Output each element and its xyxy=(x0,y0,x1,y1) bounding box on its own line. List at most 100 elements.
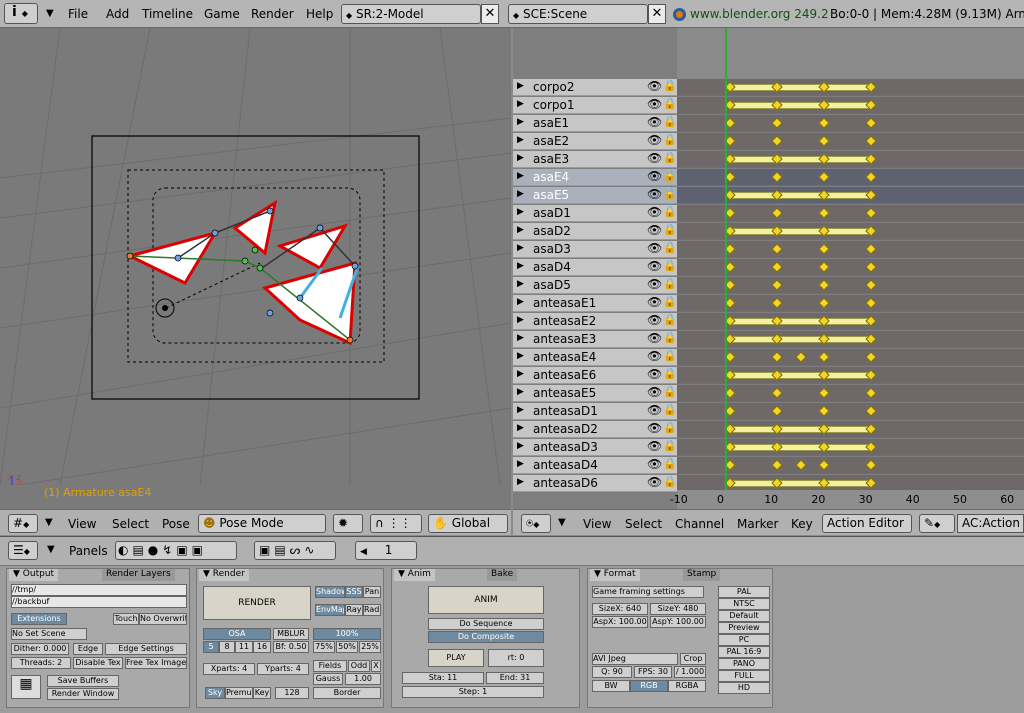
keyframe-diamond[interactable] xyxy=(865,207,877,219)
viewport-menu-select[interactable]: Select xyxy=(112,517,149,531)
keyframe-diamond[interactable] xyxy=(865,279,877,291)
envmap-toggle[interactable]: EnvMap xyxy=(315,604,345,616)
blur-factor-field[interactable]: Bf: 0.50 xyxy=(273,641,309,653)
collapse-header-icon[interactable]: ▼ xyxy=(558,517,566,528)
keyframe-diamond[interactable] xyxy=(794,351,807,363)
keyframe-row[interactable] xyxy=(677,79,1024,96)
keyframe-diamond[interactable] xyxy=(771,279,783,291)
percent-75-button[interactable]: 75% xyxy=(313,641,335,653)
keyframe-diamond[interactable] xyxy=(794,459,807,471)
keyframe-row[interactable] xyxy=(677,205,1024,222)
lock-icon[interactable]: 🔒 xyxy=(663,421,677,434)
ae-menu-marker[interactable]: Marker xyxy=(737,517,778,531)
channel-anteasaE6[interactable]: ▶ anteasaE6 👁 🔒 xyxy=(513,367,677,384)
keyframe-diamond[interactable] xyxy=(865,351,877,363)
keyframe-diamond[interactable] xyxy=(865,135,877,147)
keyframe-diamond[interactable] xyxy=(865,405,877,417)
keyframe-diamond[interactable] xyxy=(818,387,830,399)
channel-corpo1[interactable]: ▶ corpo1 👁 🔒 xyxy=(513,97,677,114)
do-sequence-toggle[interactable]: Do Sequence xyxy=(428,618,544,630)
visibility-eye-icon[interactable]: 👁 xyxy=(647,295,662,309)
lock-icon[interactable]: 🔒 xyxy=(663,115,677,128)
edge-toggle[interactable]: Edge xyxy=(73,643,103,655)
keyframe-row[interactable] xyxy=(677,439,1024,456)
expand-triangle-icon[interactable]: ▶ xyxy=(517,225,524,235)
lock-icon[interactable]: 🔒 xyxy=(663,79,677,92)
keyframe-row[interactable] xyxy=(677,385,1024,402)
fields-toggle[interactable]: Fields xyxy=(313,660,347,672)
keyframe-row[interactable] xyxy=(677,133,1024,150)
keyframe-diamond[interactable] xyxy=(771,117,783,129)
x-toggle[interactable]: X xyxy=(371,660,381,672)
rt-field[interactable]: rt: 0 xyxy=(488,649,544,667)
keyframe-diamond[interactable] xyxy=(818,117,830,129)
expand-triangle-icon[interactable]: ▶ xyxy=(517,333,524,343)
game-framing-button[interactable]: Game framing settings xyxy=(592,586,704,598)
keyframe-diamond[interactable] xyxy=(865,387,877,399)
preset-button[interactable]: Preview xyxy=(718,622,770,634)
shadow-toggle[interactable]: Shadow xyxy=(315,586,345,598)
time-ruler[interactable]: -10 0 10 20 30 40 50 60 xyxy=(670,490,1024,511)
collapse-header-icon[interactable]: ▼ xyxy=(45,517,53,528)
keyframe-diamond[interactable] xyxy=(771,351,783,363)
keyframe-row[interactable] xyxy=(677,169,1024,186)
fps-field[interactable]: FPS: 30 xyxy=(634,666,672,678)
channel-anteasaE2[interactable]: ▶ anteasaE2 👁 🔒 xyxy=(513,313,677,330)
keyframe-row[interactable] xyxy=(677,403,1024,420)
menu-render[interactable]: Render xyxy=(251,7,294,21)
channel-asaD4[interactable]: ▶ asaD4 👁 🔒 xyxy=(513,259,677,276)
channel-anteasaD1[interactable]: ▶ anteasaD1 👁 🔒 xyxy=(513,403,677,420)
ae-menu-key[interactable]: Key xyxy=(791,517,813,531)
viewport-menu-pose[interactable]: Pose xyxy=(162,517,190,531)
lock-icon[interactable]: 🔒 xyxy=(663,241,677,254)
keyframe-diamond[interactable] xyxy=(818,459,830,471)
keyframe-diamond[interactable] xyxy=(771,405,783,417)
set-scene-menu[interactable]: No Set Scene xyxy=(11,628,87,640)
premul-toggle[interactable]: Premul xyxy=(225,687,253,699)
info-editor-type-button[interactable]: i ◆ xyxy=(4,3,38,24)
rgb-toggle[interactable]: RGB xyxy=(630,680,668,692)
menu-game[interactable]: Game xyxy=(204,7,240,21)
tab-format[interactable]: ▼ Format xyxy=(590,569,640,581)
aspx-field[interactable]: AspX: 100.00 xyxy=(592,616,648,628)
pivot-button[interactable]: ∩ ⋮⋮ xyxy=(370,514,422,533)
tab-render-layers[interactable]: Render Layers xyxy=(102,569,175,581)
visibility-eye-icon[interactable]: 👁 xyxy=(647,205,662,219)
expand-triangle-icon[interactable]: ▶ xyxy=(517,171,524,181)
tab-render[interactable]: ▼ Render xyxy=(199,569,249,581)
keyframe-row[interactable] xyxy=(677,367,1024,384)
expand-triangle-icon[interactable]: ▶ xyxy=(517,369,524,379)
channel-asaE2[interactable]: ▶ asaE2 👁 🔒 xyxy=(513,133,677,150)
preset-button[interactable]: HD xyxy=(718,682,770,694)
pano-toggle[interactable]: Pan xyxy=(363,586,381,598)
visibility-eye-icon[interactable]: 👁 xyxy=(647,115,662,129)
current-frame-line[interactable] xyxy=(725,28,727,490)
percent-50-button[interactable]: 50% xyxy=(336,641,358,653)
lock-icon[interactable]: 🔒 xyxy=(663,367,677,380)
channel-asaE4[interactable]: ▶ asaE4 👁 🔒 xyxy=(513,169,677,186)
keyframe-diamond[interactable] xyxy=(865,297,877,309)
keyframe-diamond[interactable] xyxy=(818,279,830,291)
keyframe-row[interactable] xyxy=(677,349,1024,366)
radio-toggle[interactable]: Radi xyxy=(363,604,381,616)
keyframe-diamond[interactable] xyxy=(771,135,783,147)
keyframe-diamond[interactable] xyxy=(771,387,783,399)
codec-menu[interactable]: AVI Jpeg xyxy=(592,653,678,665)
action-editor-type-icon[interactable]: ⍟◆ xyxy=(521,514,551,533)
keyframe-diamond[interactable] xyxy=(818,171,830,183)
visibility-eye-icon[interactable]: 👁 xyxy=(647,349,662,363)
keyframe-row[interactable] xyxy=(677,277,1024,294)
mode-selector[interactable]: ☻ Pose Mode xyxy=(198,514,326,533)
xparts-field[interactable]: Xparts: 4 xyxy=(203,663,255,675)
preset-button[interactable]: Default xyxy=(718,610,770,622)
menu-help[interactable]: Help xyxy=(306,7,333,21)
scene-selector[interactable]: ◆ SCE:Scene xyxy=(508,4,648,24)
osa-8-button[interactable]: 8 xyxy=(219,641,235,653)
keyframe-diamond[interactable] xyxy=(818,135,830,147)
lock-icon[interactable]: 🔒 xyxy=(663,457,677,470)
expand-triangle-icon[interactable]: ▶ xyxy=(517,459,524,469)
preset-button[interactable]: PAL xyxy=(718,586,770,598)
channel-anteasaE3[interactable]: ▶ anteasaE3 👁 🔒 xyxy=(513,331,677,348)
keyframe-diamond[interactable] xyxy=(865,117,877,129)
expand-triangle-icon[interactable]: ▶ xyxy=(517,261,524,271)
